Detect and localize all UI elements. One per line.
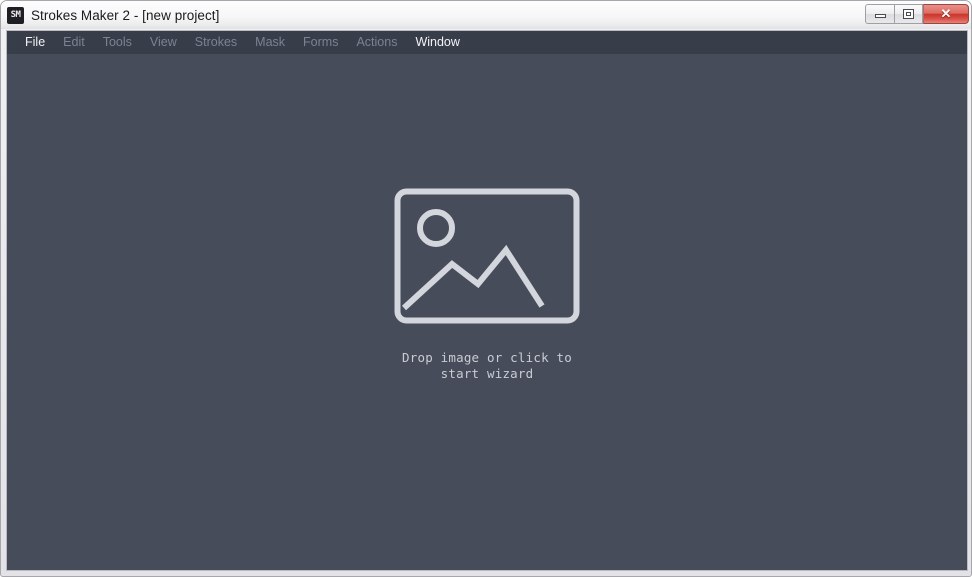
maximize-restore-button[interactable] — [894, 3, 923, 24]
restore-icon — [903, 8, 914, 19]
window-controls: ✕ — [865, 3, 969, 24]
menu-item-edit: Edit — [63, 35, 85, 49]
drop-zone-label: Drop image or click to start wizard — [402, 350, 572, 381]
menu-item-view: View — [149, 35, 177, 49]
close-icon: ✕ — [940, 6, 952, 21]
menu-item-actions: Actions — [356, 35, 398, 49]
application-window: SM Strokes Maker 2 - [new project] ✕ Fil… — [0, 0, 972, 577]
image-placeholder-icon — [394, 188, 580, 324]
menu-item-window[interactable]: Window — [406, 31, 468, 54]
drop-zone-content: Drop image or click to start wizard — [392, 186, 582, 382]
minimize-icon — [874, 14, 886, 18]
minimize-button[interactable] — [865, 3, 894, 24]
client-area: File Edit Tools View Strokes Mask Forms … — [6, 30, 968, 571]
title-bar[interactable]: SM Strokes Maker 2 - [new project] ✕ — [1, 1, 971, 29]
app-logo-icon[interactable]: SM — [7, 6, 24, 24]
menu-item-forms: Forms — [303, 35, 339, 49]
window-title: Strokes Maker 2 - [new project] — [31, 7, 220, 23]
menu-bar: File Edit Tools View Strokes Mask Forms … — [7, 31, 967, 54]
menu-item-tools: Tools — [102, 35, 132, 49]
menu-item-strokes: Strokes — [194, 35, 238, 49]
app-logo-glyph: SM — [10, 9, 21, 20]
close-button[interactable]: ✕ — [923, 3, 969, 24]
image-drop-zone[interactable]: Drop image or click to start wizard — [7, 54, 967, 570]
menu-item-file[interactable]: File — [16, 31, 54, 54]
menu-item-mask: Mask — [255, 35, 286, 49]
